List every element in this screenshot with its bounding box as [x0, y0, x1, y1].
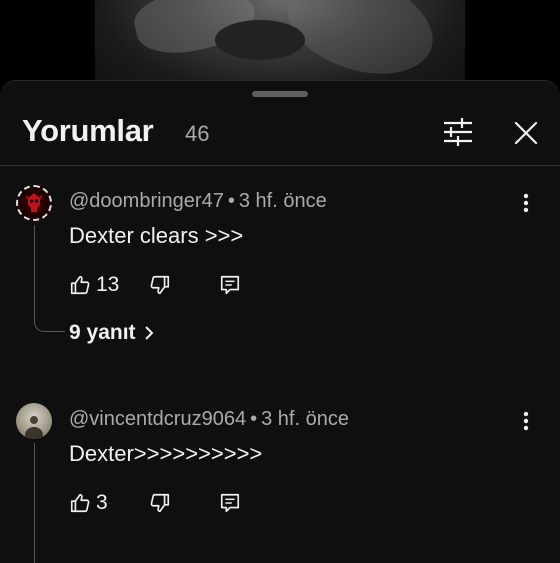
comment-more-button[interactable] [516, 406, 536, 436]
person-photo-icon [25, 416, 43, 439]
dislike-button[interactable] [149, 270, 171, 300]
thumb-down-icon [150, 493, 170, 513]
like-count: 13 [96, 273, 120, 296]
comment-meta: @doombringer47 • 3 hf. önce [69, 190, 327, 213]
meta-separator: • [227, 190, 235, 212]
avatar[interactable] [16, 403, 52, 439]
thumb-up-icon [70, 275, 90, 295]
view-replies-button[interactable]: 9 yanıt [69, 321, 154, 345]
comment-meta: @vincentdcruz9064 • 3 hf. önce [69, 408, 349, 431]
more-vertical-icon [523, 411, 529, 431]
comment-time: 3 hf. önce [238, 190, 327, 212]
comment-time: 3 hf. önce [261, 408, 349, 430]
comment-author[interactable]: @doombringer47 [69, 190, 224, 212]
comment-text: Dexter clears >>> [69, 223, 244, 248]
thumb-down-icon [150, 275, 170, 295]
skull-emblem-icon [22, 191, 46, 215]
close-icon [514, 121, 538, 145]
reply-button[interactable] [219, 270, 241, 300]
sliders-icon [444, 118, 472, 146]
avatar[interactable] [16, 185, 52, 221]
like-button[interactable]: 13 [69, 270, 119, 300]
comment-author[interactable]: @vincentdcruz9064 [69, 408, 246, 430]
comments-sheet: Yorumlar 46 @doombringer47 • 3 hf. önce … [0, 80, 560, 563]
meta-separator: • [250, 408, 258, 430]
chevron-right-icon [144, 326, 153, 340]
comment-count: 46 [185, 121, 210, 146]
reply-icon [220, 493, 240, 513]
dislike-button[interactable] [149, 488, 171, 518]
replies-label: 9 yanıt [69, 321, 136, 344]
filter-button[interactable] [438, 115, 478, 149]
comment-more-button[interactable] [516, 188, 536, 218]
comment-text: Dexter>>>>>>>>>> [69, 441, 263, 466]
reply-thread-line [34, 443, 35, 563]
comment-actions: 3 [69, 488, 269, 518]
close-button[interactable] [508, 115, 544, 151]
comment-actions: 13 [69, 270, 269, 300]
reply-button[interactable] [219, 488, 241, 518]
more-vertical-icon [523, 193, 529, 213]
reply-thread-line [34, 225, 65, 332]
header-divider [0, 165, 560, 166]
drag-handle[interactable] [252, 91, 308, 97]
reply-icon [220, 275, 240, 295]
like-button[interactable]: 3 [69, 488, 108, 518]
sheet-title: Yorumlar [22, 113, 154, 148]
thumb-up-icon [70, 493, 90, 513]
like-count: 3 [96, 491, 108, 514]
